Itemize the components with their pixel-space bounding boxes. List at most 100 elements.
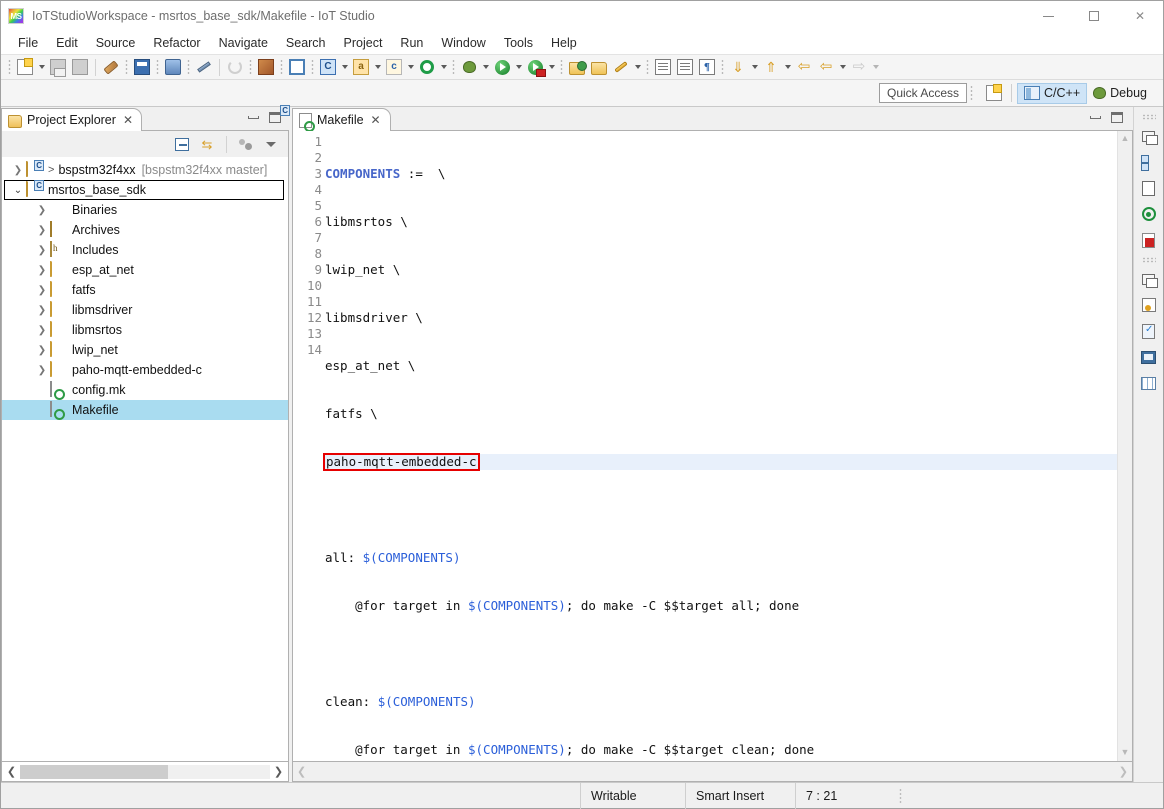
minimize-button[interactable] — [1025, 1, 1071, 32]
menu-window[interactable]: Window — [432, 33, 494, 54]
run-last-tool-dropdown[interactable] — [546, 56, 557, 78]
status-grip[interactable] — [899, 788, 902, 803]
toolbar-grip[interactable] — [560, 59, 563, 76]
new-c-project-dropdown[interactable] — [339, 56, 350, 78]
scroll-left-icon[interactable]: ❮ — [3, 765, 20, 778]
tree-item-libmsdriver[interactable]: ❯ libmsdriver — [2, 300, 288, 320]
perspective-debug[interactable]: Debug — [1087, 83, 1153, 104]
new-c-file-dropdown[interactable] — [405, 56, 416, 78]
back-to-button[interactable]: ⇦ — [793, 56, 815, 78]
run-button[interactable] — [491, 56, 513, 78]
build-button[interactable] — [100, 56, 122, 78]
tree-item-binaries[interactable]: ❯ Binaries — [2, 200, 288, 220]
close-button[interactable]: ✕ — [1117, 1, 1163, 32]
scroll-up-icon[interactable]: ▲ — [1121, 131, 1130, 145]
toolbar-grip[interactable] — [646, 59, 649, 76]
chevron-right-icon[interactable]: ❯ — [34, 265, 50, 276]
rebuild-index-button[interactable] — [255, 56, 277, 78]
collapse-all-button[interactable] — [172, 134, 192, 154]
new-class-dropdown[interactable] — [372, 56, 383, 78]
save-all-button[interactable] — [69, 56, 91, 78]
link-with-editor-button[interactable]: ⇆ — [197, 134, 217, 154]
code-line-11[interactable] — [325, 646, 1117, 662]
code-line-6[interactable]: fatfs \ — [325, 406, 1117, 422]
properties-view-button[interactable] — [1137, 293, 1161, 317]
editor-hscrollbar[interactable]: ❮ ❯ — [292, 762, 1133, 782]
toolbar-grip[interactable] — [311, 59, 314, 76]
maximize-view-icon[interactable] — [269, 112, 281, 123]
refresh-button[interactable] — [224, 56, 246, 78]
menu-search[interactable]: Search — [277, 33, 335, 54]
chevron-right-icon[interactable]: ❯ — [34, 245, 50, 256]
code-editor[interactable]: 1 2 3 4 5 6 7 8 9 10 11 12 13 14 — [292, 131, 1133, 762]
code-line-1[interactable]: COMPONENTS := \ — [325, 166, 1117, 182]
toolbar-grip[interactable] — [721, 59, 724, 76]
document-view-button[interactable] — [1137, 176, 1161, 200]
chevron-right-icon[interactable]: ❯ — [34, 305, 50, 316]
tree-item-esp_at_net[interactable]: ❯ esp_at_net — [2, 260, 288, 280]
code-line-12[interactable]: clean: $(COMPONENTS) — [325, 694, 1117, 710]
minimize-editor-icon[interactable] — [1090, 116, 1101, 119]
pdf-view-button[interactable] — [1137, 228, 1161, 252]
code-line-9[interactable]: all: $(COMPONENTS) — [325, 550, 1117, 566]
menu-file[interactable]: File — [9, 33, 47, 54]
back-button[interactable]: ⇦ — [815, 56, 837, 78]
open-element-button[interactable] — [566, 56, 588, 78]
code-line-8[interactable] — [325, 502, 1117, 518]
open-perspective-button[interactable] — [286, 56, 308, 78]
show-whitespace-button[interactable] — [674, 56, 696, 78]
new-c-file-button[interactable]: c — [383, 56, 405, 78]
marker-wand-button[interactable] — [610, 56, 632, 78]
toolbar-grip[interactable] — [452, 59, 455, 76]
chevron-down-icon[interactable]: ⌄ — [10, 185, 26, 196]
next-annotation-button[interactable]: ⇓ — [727, 56, 749, 78]
project-explorer-hscrollbar[interactable]: ❮ ❯ — [1, 762, 289, 782]
quick-access-input[interactable]: Quick Access — [879, 83, 967, 103]
menu-source[interactable]: Source — [87, 33, 145, 54]
code-text[interactable]: COMPONENTS := \ libmsrtos \ lwip_net \ l… — [325, 134, 1117, 761]
toolbar-grip[interactable] — [280, 59, 283, 76]
rightbar-grip[interactable] — [1142, 114, 1156, 120]
perspective-cpp[interactable]: C/C++ — [1017, 83, 1087, 104]
maximize-editor-icon[interactable] — [1111, 112, 1123, 123]
publish-button[interactable] — [162, 56, 184, 78]
back-dropdown[interactable] — [837, 56, 848, 78]
console-view-button[interactable] — [1137, 345, 1161, 369]
chevron-right-icon[interactable]: ❯ — [34, 205, 50, 216]
run-dropdown[interactable] — [513, 56, 524, 78]
new-file-dropdown[interactable] — [36, 56, 47, 78]
table-view-button[interactable] — [1137, 371, 1161, 395]
scroll-down-icon[interactable]: ▼ — [1121, 745, 1130, 759]
scroll-track[interactable] — [20, 765, 270, 779]
chevron-right-icon[interactable]: ❯ — [34, 345, 50, 356]
previous-annotation-dropdown[interactable] — [782, 56, 793, 78]
tree-item-paho-mqtt-embedded-c[interactable]: ❯ paho-mqtt-embedded-c — [2, 360, 288, 380]
menu-edit[interactable]: Edit — [47, 33, 87, 54]
open-folder-button[interactable] — [588, 56, 610, 78]
toggle-block-selection-button[interactable] — [652, 56, 674, 78]
view-menu-button[interactable] — [261, 134, 281, 154]
maximize-button[interactable] — [1071, 1, 1117, 32]
code-line-7[interactable]: paho-mqtt-embedded-c — [325, 454, 1117, 470]
toolbar-grip[interactable] — [125, 59, 128, 76]
scroll-right-icon[interactable]: ❯ — [1119, 765, 1128, 778]
tab-project-explorer[interactable]: Project Explorer ✕ — [1, 108, 142, 131]
toolbar-grip[interactable] — [249, 59, 252, 76]
editor-vscrollbar[interactable]: ▲ ▼ — [1117, 131, 1132, 761]
chevron-right-icon[interactable]: ❯ — [34, 225, 50, 236]
open-perspective-button-right[interactable] — [982, 83, 1006, 104]
tree-item-includes[interactable]: ❯ Includes — [2, 240, 288, 260]
tab-makefile[interactable]: Makefile ✕ — [292, 108, 391, 131]
tree-item-makefile[interactable]: Makefile — [2, 400, 288, 420]
tree-item-bspstm32f4xx[interactable]: ❯ > bspstm32f4xx [bspstm32f4xx master] — [2, 160, 288, 180]
debug-button[interactable] — [458, 56, 480, 78]
external-tools-button[interactable] — [416, 56, 438, 78]
restore-view-button-top[interactable] — [1137, 124, 1161, 148]
tasks-view-button[interactable] — [1137, 319, 1161, 343]
forward-dropdown[interactable] — [870, 56, 881, 78]
outline-view-button[interactable] — [1137, 150, 1161, 174]
debug-dropdown[interactable] — [480, 56, 491, 78]
minimize-view-icon[interactable] — [248, 116, 259, 119]
menu-help[interactable]: Help — [542, 33, 586, 54]
marker-wand-dropdown[interactable] — [632, 56, 643, 78]
